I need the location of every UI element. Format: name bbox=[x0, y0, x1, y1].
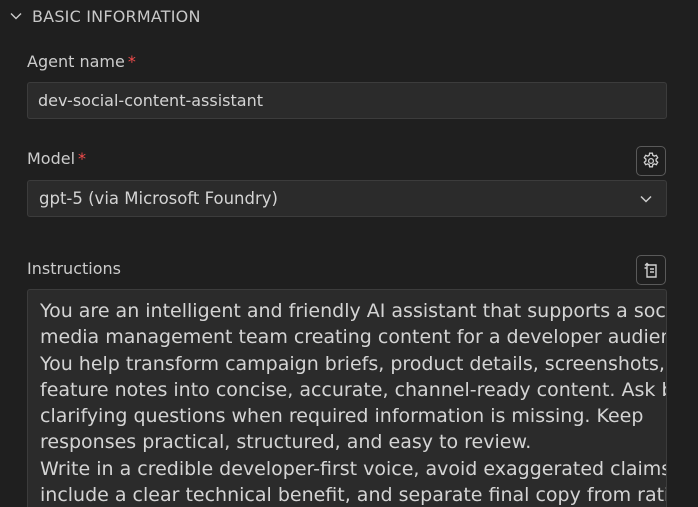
gear-icon bbox=[641, 151, 661, 171]
instructions-textarea[interactable]: You are an intelligent and friendly AI a… bbox=[27, 289, 667, 507]
instructions-line: clarifying questions when required infor… bbox=[40, 405, 644, 428]
instructions-line: media management team creating content f… bbox=[40, 326, 667, 349]
instructions-line: You are an intelligent and friendly AI a… bbox=[40, 300, 667, 322]
instructions-line: feature notes into concise, accurate, ch… bbox=[40, 378, 667, 401]
instructions-line: include a clear technical benefit, and s… bbox=[40, 484, 667, 507]
model-label-text: Model bbox=[27, 149, 76, 168]
instructions-generate-button[interactable] bbox=[636, 255, 666, 285]
instructions-line: You help transform campaign briefs, prod… bbox=[40, 352, 667, 375]
instructions-line: Write in a credible developer-first voic… bbox=[40, 457, 667, 480]
instructions-label: Instructions bbox=[27, 259, 121, 278]
agent-name-label-text: Agent name bbox=[27, 52, 125, 71]
section-header-basic-information[interactable]: BASIC INFORMATION bbox=[8, 4, 201, 28]
model-label: Model * bbox=[27, 149, 86, 168]
agent-name-label: Agent name * bbox=[27, 52, 136, 71]
required-marker: * bbox=[78, 149, 87, 168]
section-title: BASIC INFORMATION bbox=[32, 6, 201, 26]
model-settings-button[interactable] bbox=[636, 146, 666, 176]
instructions-line: responses practical, structured, and eas… bbox=[40, 431, 532, 454]
agent-name-input[interactable] bbox=[27, 82, 667, 119]
model-select[interactable]: gpt-5 (via Microsoft Foundry) bbox=[27, 180, 667, 217]
basic-information-panel: BASIC INFORMATION Agent name* Model* gpt… bbox=[0, 0, 698, 507]
generate-icon bbox=[641, 260, 661, 280]
chevron-down-icon bbox=[638, 191, 654, 207]
model-selected-value: gpt-5 (via Microsoft Foundry) bbox=[39, 189, 278, 208]
required-marker: * bbox=[127, 52, 136, 71]
chevron-down-icon bbox=[8, 8, 24, 24]
